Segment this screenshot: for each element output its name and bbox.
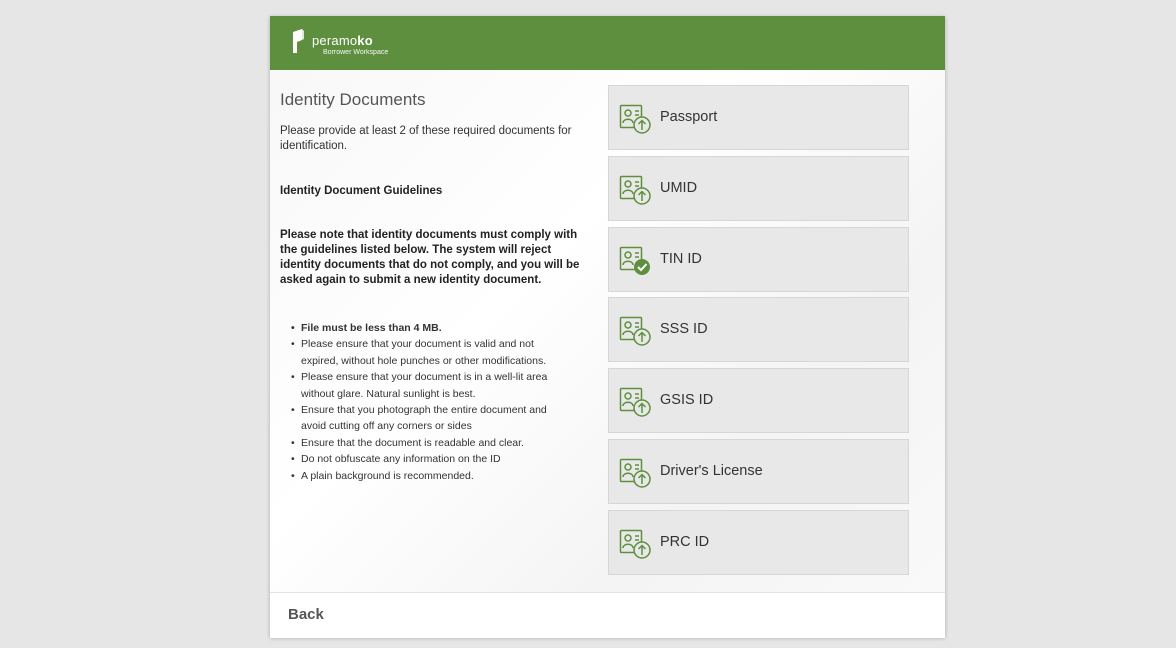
document-label: GSIS ID <box>660 392 714 409</box>
document-option-drivers-license[interactable]: Driver's License <box>608 438 909 504</box>
document-option-umid[interactable]: UMID <box>608 155 909 221</box>
back-button[interactable]: Back <box>288 606 324 623</box>
guideline-item: Please ensure that your document is in a… <box>291 369 561 402</box>
guideline-item: Ensure that the document is readable and… <box>291 435 561 452</box>
document-label: Passport <box>660 109 718 125</box>
document-option-tin-id[interactable]: TIN ID <box>608 226 909 292</box>
identity-documents-card: peramoko Borrower Workspace Identity Doc… <box>270 16 945 638</box>
compliance-note: Please note that identity documents must… <box>280 229 580 286</box>
document-option-passport[interactable]: Passport <box>608 85 909 150</box>
document-list: Passport UMID TIN ID SSS ID GSIS ID Driv… <box>608 85 911 581</box>
document-label: UMID <box>660 179 698 196</box>
guideline-item: A plain background is recommended. <box>291 468 561 485</box>
document-option-prc-id[interactable]: PRC ID <box>608 509 909 575</box>
id-upload-icon <box>619 386 651 418</box>
document-label: Driver's License <box>660 462 763 479</box>
guideline-item: Ensure that you photograph the entire do… <box>291 402 561 435</box>
brand-subtitle: Borrower Workspace <box>323 49 389 56</box>
id-upload-icon <box>619 103 651 135</box>
page-title: Identity Documents <box>280 90 426 109</box>
document-label: PRC ID <box>660 533 710 550</box>
guideline-item: Do not obfuscate any information on the … <box>291 451 561 468</box>
brand-logo: peramoko Borrower Workspace <box>290 28 388 57</box>
brand-name: peramoko <box>312 33 373 48</box>
peramoko-logo-icon <box>290 28 306 54</box>
app-header: peramoko Borrower Workspace <box>270 16 945 70</box>
guidelines-panel: Identity Documents Please provide at lea… <box>280 90 588 484</box>
id-check-icon <box>619 245 651 277</box>
id-upload-icon <box>619 315 651 347</box>
guideline-item: File must be less than 4 MB. <box>291 320 561 337</box>
intro-text: Please provide at least 2 of these requi… <box>280 125 572 152</box>
document-label: TIN ID <box>660 250 702 267</box>
id-upload-icon <box>619 457 651 489</box>
document-label: SSS ID <box>660 321 708 338</box>
card-footer: Back <box>270 592 945 638</box>
guidelines-heading: Identity Document Guidelines <box>280 185 443 197</box>
guidelines-list: File must be less than 4 MB. Please ensu… <box>291 320 588 484</box>
id-upload-icon <box>619 528 651 560</box>
document-option-sss-id[interactable]: SSS ID <box>608 297 909 363</box>
id-upload-icon <box>619 174 651 206</box>
guideline-item: Please ensure that your document is vali… <box>291 336 561 369</box>
document-option-gsis-id[interactable]: GSIS ID <box>608 368 909 434</box>
